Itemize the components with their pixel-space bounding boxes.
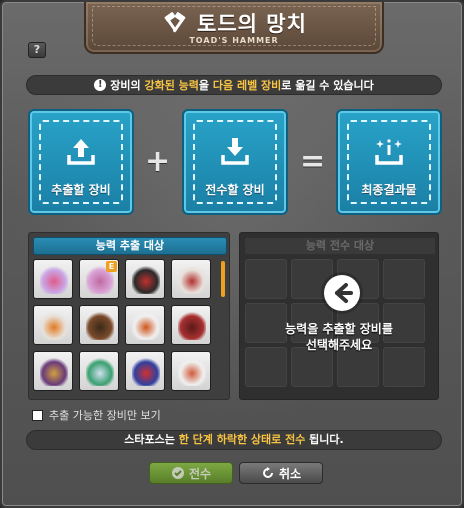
equipment-slot[interactable] (171, 305, 211, 345)
equipment-slot[interactable] (33, 259, 73, 299)
transfer-equipment-label: 전수할 장비 (205, 183, 265, 197)
title-plate: 토드의 망치 TOAD'S HAMMER (84, 2, 384, 54)
refresh-icon (262, 467, 273, 478)
scrollbar-thumb[interactable] (221, 261, 225, 297)
extract-equipment-slot[interactable]: 추출할 장비 (28, 109, 134, 215)
checkbox-label: 추출 가능한 장비만 보기 (49, 409, 161, 422)
empty-slot (291, 347, 333, 387)
equipment-slot[interactable] (171, 351, 211, 391)
starforce-text-part: 스타포스는 (124, 433, 179, 446)
sparkle-box-icon (375, 139, 403, 165)
transfer-equipment-slot[interactable]: 전수할 장비 (182, 109, 288, 215)
equipment-slot[interactable] (79, 351, 119, 391)
equipment-icon (40, 312, 68, 340)
equipment-grid: E (33, 259, 219, 391)
cancel-button[interactable]: 취소 (239, 462, 323, 484)
equipment-slot[interactable]: E (79, 259, 119, 299)
starforce-notice: 스타포스는 한 단계 하락한 상태로 전수 됩니다. (26, 430, 442, 450)
warning-icon: ! (94, 79, 107, 91)
window-title: 토드의 망치 (197, 12, 307, 36)
notice-text-part: 장비의 (110, 79, 145, 92)
equipment-icon (132, 312, 160, 340)
extract-target-panel: 능력 추출 대상 E (28, 232, 230, 400)
upload-icon (67, 139, 95, 165)
toads-hammer-window: 토드의 망치 TOAD'S HAMMER ? ! 장비의 강화된 능력을 다음 … (0, 0, 464, 508)
notice-highlight: 다음 레벨 장비 (212, 79, 282, 92)
equipment-slot[interactable] (125, 351, 165, 391)
starforce-text-part: 됩니다. (305, 433, 344, 446)
equipment-slot[interactable] (125, 259, 165, 299)
empty-slot (383, 259, 425, 299)
final-result-label: 최종결과물 (361, 183, 417, 197)
transfer-target-panel: 능력 전수 대상 능력을 추출할 장비를 선택해주세요 (239, 232, 439, 400)
arrow-left-icon (324, 275, 360, 311)
equipment-slot[interactable] (171, 259, 211, 299)
window-subtitle: TOAD'S HAMMER (189, 36, 279, 45)
equipment-icon (40, 266, 68, 294)
notice-text-part: 을 (198, 79, 213, 92)
notice-highlight: 강화된 능력 (144, 79, 199, 92)
transfer-button[interactable]: 전수 (149, 462, 233, 484)
notice-text: 장비의 강화된 능력을 다음 레벨 장비로 옮길 수 있습니다 (110, 77, 373, 93)
equipment-icon (178, 312, 206, 340)
empty-slot (337, 347, 379, 387)
transfer-target-header: 능력 전수 대상 (244, 237, 436, 255)
equipment-slot[interactable] (125, 305, 165, 345)
extractable-only-toggle[interactable]: 추출 가능한 장비만 보기 (32, 407, 161, 423)
empty-slot (245, 347, 287, 387)
equipment-slot[interactable] (33, 351, 73, 391)
empty-slot (245, 259, 287, 299)
download-icon (221, 138, 249, 165)
equipment-icon (86, 358, 114, 386)
empty-slot (383, 347, 425, 387)
equipment-icon (178, 266, 206, 294)
select-equipment-message: 능력을 추출할 장비를 선택해주세요 (240, 321, 438, 353)
help-button[interactable]: ? (28, 42, 46, 58)
equipment-badge: E (106, 261, 117, 272)
equipment-icon (132, 266, 160, 294)
equals-sign: = (300, 144, 326, 179)
equipment-icon (86, 312, 114, 340)
equipment-icon (178, 358, 206, 386)
starforce-highlight: 한 단계 하락한 상태로 전수 (178, 433, 306, 446)
message-line-2: 선택해주세요 (305, 338, 373, 352)
notice-text-part: 로 옮길 수 있습니다 (281, 79, 374, 92)
cancel-label: 취소 (278, 466, 302, 481)
notice-bar: ! 장비의 강화된 능력을 다음 레벨 장비로 옮길 수 있습니다 (26, 75, 442, 95)
transfer-label: 전수 (188, 466, 212, 481)
equipment-slot[interactable] (79, 305, 119, 345)
final-result-slot: 최종결과물 (336, 109, 442, 215)
check-circle-icon (171, 467, 184, 479)
extract-target-header: 능력 추출 대상 (33, 237, 227, 255)
plus-sign: + (145, 144, 171, 179)
extract-equipment-label: 추출할 장비 (51, 183, 111, 197)
equipment-icon (40, 358, 68, 386)
message-line-1: 능력을 추출할 장비를 (285, 322, 393, 336)
title-row: 토드의 망치 (86, 8, 382, 38)
equipment-icon (132, 358, 160, 386)
hammer-icon (164, 12, 186, 33)
checkbox-icon[interactable] (32, 409, 43, 421)
equipment-slot[interactable] (33, 305, 73, 345)
